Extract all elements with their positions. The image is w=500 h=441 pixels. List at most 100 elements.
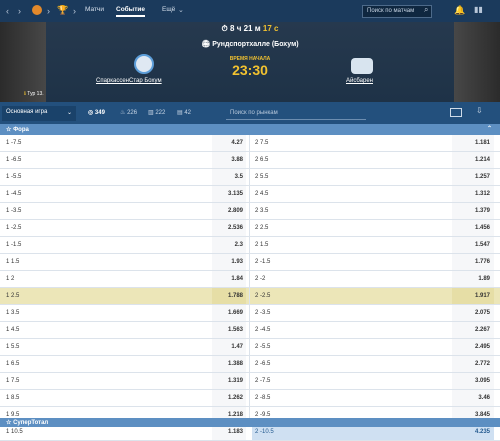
odds-right[interactable]: 1.456	[456, 225, 490, 231]
odds-right[interactable]: 4.235	[456, 429, 490, 435]
outcome-left: 1 -7.5	[6, 140, 22, 146]
odds-right[interactable]: 1.89	[456, 276, 490, 282]
filter-other-count-value: 42	[184, 110, 192, 116]
outcome-left: 1 3.5	[6, 310, 20, 316]
bell-icon[interactable]: 🔔	[454, 5, 465, 16]
tab-matches[interactable]: Матчи	[85, 6, 104, 13]
odds-left[interactable]: 1.93	[215, 259, 243, 265]
outcome-left: 1 -2.5	[6, 225, 22, 231]
game-part-select[interactable]: Основная игра ⌄	[2, 106, 76, 121]
odds-right[interactable]: 2.772	[456, 361, 490, 367]
odds-right[interactable]: 1.917	[456, 293, 490, 299]
odds-left[interactable]: 2.809	[215, 208, 243, 214]
odds-left[interactable]: 1.388	[215, 361, 243, 367]
match-search-placeholder: Поиск по матчам	[367, 8, 415, 14]
team2-logo[interactable]	[351, 58, 373, 74]
tab-more[interactable]: Ещё	[162, 6, 175, 13]
match-search-input[interactable]: Поиск по матчам	[362, 5, 432, 18]
odds-left[interactable]: 1.84	[215, 276, 243, 282]
odds-left[interactable]: 1.669	[215, 310, 243, 316]
countdown-hours-unit: ч	[236, 24, 242, 33]
outcome-right: 2 7.5	[255, 140, 269, 146]
other-filter-icon: ▤	[177, 110, 183, 116]
market-row-highlighted: 1 2.5 1.788 2 -2.5 1.917	[0, 288, 500, 305]
team1-logo[interactable]	[134, 54, 154, 74]
odds-right[interactable]: 1.214	[456, 157, 490, 163]
venue: 🏟 Рундспортхалле (Бохум)	[46, 40, 454, 48]
outcome-right: 2 -2.5	[255, 293, 271, 299]
odds-right[interactable]: 1.181	[456, 140, 490, 146]
countdown-minutes-unit: м	[254, 24, 261, 33]
odds-left[interactable]: 1.788	[215, 293, 243, 299]
odds-right[interactable]: 2.267	[456, 327, 490, 333]
filter-all-count-value: 349	[94, 110, 105, 116]
odds-right[interactable]: 1.379	[456, 208, 490, 214]
forward-arrow-icon[interactable]: ›	[18, 6, 21, 16]
odds-right[interactable]: 1.547	[456, 242, 490, 248]
star-icon[interactable]: ☆	[6, 420, 11, 426]
top-nav: ‹ › › 🏆 › Матчи Событие Ещё ⌄ Поиск по м…	[0, 0, 500, 22]
odds-right[interactable]: 1.776	[456, 259, 490, 265]
odds-left[interactable]: 3.88	[215, 157, 243, 163]
odds-left[interactable]: 3.5	[215, 174, 243, 180]
odds-left[interactable]: 3.135	[215, 191, 243, 197]
odds-right[interactable]: 1.312	[456, 191, 490, 197]
market-row: 1 -5.5 3.5 2 5.5 1.257	[0, 169, 500, 186]
odds-left[interactable]: 1.47	[215, 344, 243, 350]
odds-right[interactable]: 3.095	[456, 378, 490, 384]
market-row: 1 2 1.84 2 -2 1.89	[0, 271, 500, 288]
odds-left[interactable]: 2.3	[215, 242, 243, 248]
filter-stats-count[interactable]: ▥ 222	[148, 109, 165, 116]
chevron-icon-2[interactable]: ›	[73, 6, 76, 16]
market-row: 1 -2.5 2.536 2 2.5 1.456	[0, 220, 500, 237]
odds-right[interactable]: 3.46	[456, 395, 490, 401]
back-arrow-icon[interactable]: ‹	[6, 6, 9, 16]
odds-right[interactable]: 1.257	[456, 174, 490, 180]
odds-right[interactable]: 2.075	[456, 310, 490, 316]
market-row: 1 6.5 1.388 2 -6.5 2.772	[0, 356, 500, 373]
filter-hot-count[interactable]: ♨ 226	[120, 109, 137, 116]
odds-left[interactable]: 1.563	[215, 327, 243, 333]
section-fora-header[interactable]: ☆ Фора ⌃	[0, 124, 500, 135]
outcome-left: 1 6.5	[6, 361, 20, 367]
chevron-up-icon[interactable]: ⌃	[487, 125, 492, 132]
stats-filter-icon: ▥	[148, 110, 154, 116]
basketball-icon[interactable]	[32, 5, 42, 15]
outcome-right: 2 4.5	[255, 191, 269, 197]
odds-left[interactable]: 4.27	[215, 140, 243, 146]
outcome-right: 2 -10.5	[255, 429, 274, 435]
outcome-left: 1 -1.5	[6, 242, 22, 248]
outcome-left: 1 4.5	[6, 327, 20, 333]
market-search-input[interactable]: Поиск по рынкам	[226, 107, 366, 120]
outcome-right: 2 -4.5	[255, 327, 271, 333]
filter-other-count[interactable]: ▤ 42	[177, 109, 191, 116]
team1-name[interactable]: СпаркассенСтар Бохум	[96, 78, 162, 84]
filter-hot-count-value: 226	[127, 110, 138, 116]
chevron-icon[interactable]: ›	[47, 6, 50, 16]
tab-event[interactable]: Событие	[116, 6, 146, 17]
odds-left[interactable]: 1.262	[215, 395, 243, 401]
stats-icon[interactable]: ▮▮	[474, 5, 483, 14]
team2-name[interactable]: Айсбарен	[346, 78, 373, 84]
collapse-all-icon[interactable]: ⇩	[476, 106, 483, 115]
odds-right[interactable]: 2.495	[456, 344, 490, 350]
search-icon[interactable]: ⌕	[424, 5, 428, 15]
market-row: 1 5.5 1.47 2 -5.5 2.495	[0, 339, 500, 356]
odds-left[interactable]: 1.319	[215, 378, 243, 384]
section-supertotal-header[interactable]: ☆ СуперТотал	[0, 418, 500, 427]
filter-all-count[interactable]: ◎ 349	[88, 109, 105, 116]
outcome-right: 2 3.5	[255, 208, 269, 214]
layout-toggle-icon[interactable]	[450, 108, 462, 117]
game-part-select-value: Основная игра	[6, 109, 48, 115]
all-markets-icon: ◎	[88, 110, 94, 116]
outcome-right: 2 -6.5	[255, 361, 271, 367]
odds-left[interactable]: 2.536	[215, 225, 243, 231]
market-row: 1 7.5 1.319 2 -7.5 3.095	[0, 373, 500, 390]
outcome-left: 1 2.5	[6, 293, 20, 299]
trophy-icon[interactable]: 🏆	[57, 5, 68, 16]
countdown-minutes: 21	[243, 24, 253, 33]
odds-left[interactable]: 1.183	[215, 429, 243, 435]
chevron-down-icon[interactable]: ⌄	[178, 6, 184, 14]
star-icon[interactable]: ☆	[6, 127, 11, 133]
event-header-center: ⏱ 8 ч 21 м 17 с 🏟 Рундспортхалле (Бохум)…	[46, 22, 454, 102]
